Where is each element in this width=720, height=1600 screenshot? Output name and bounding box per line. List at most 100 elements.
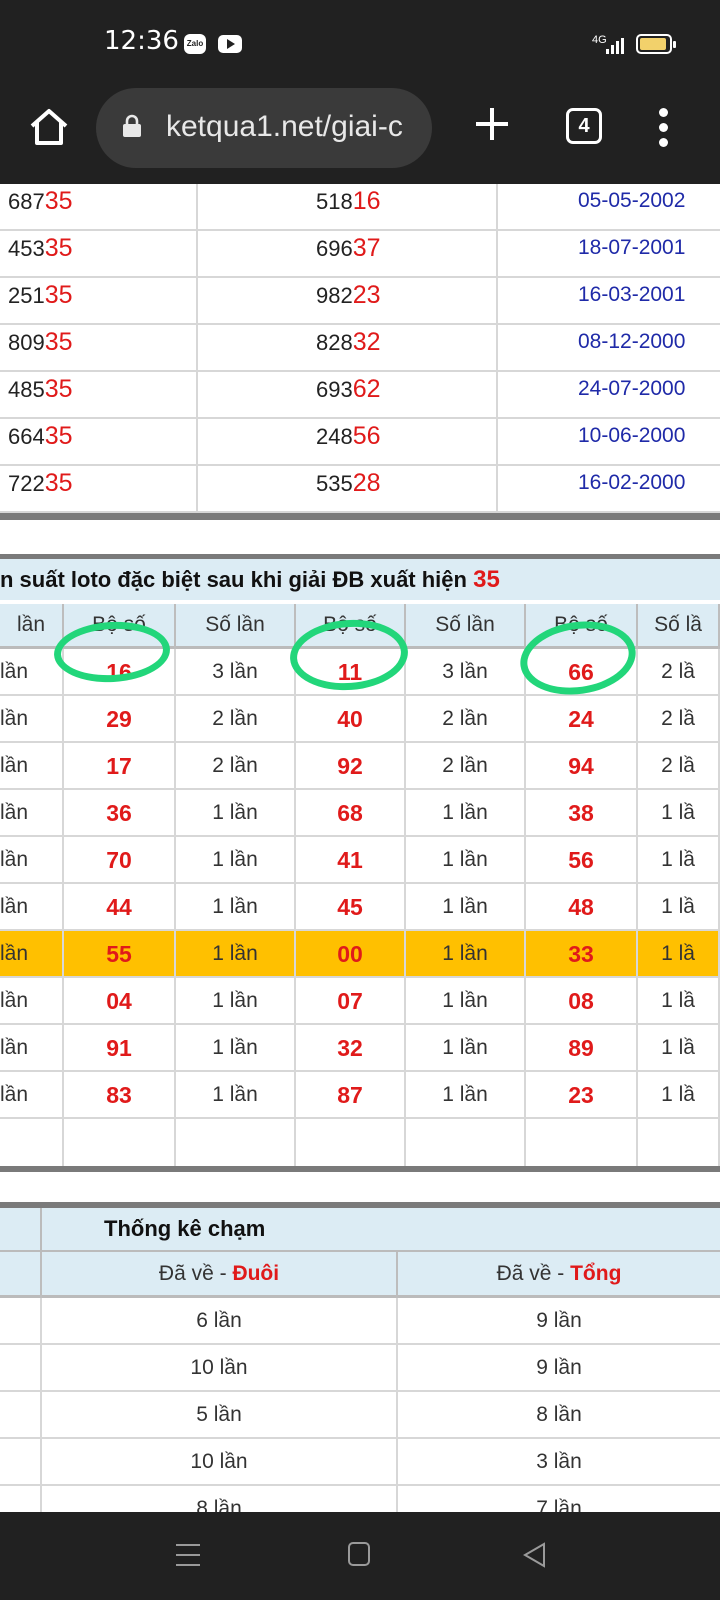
history-row: 68735 51816 05-05-2002 — [0, 184, 720, 231]
address-bar[interactable]: ketqua1.net/giai-c — [96, 88, 432, 168]
count-cell: 1 lầ — [638, 1025, 720, 1070]
count-cell: lần — [0, 931, 64, 976]
loto-number: 38 — [526, 790, 638, 835]
lock-icon — [123, 114, 141, 137]
count-cell — [176, 1119, 296, 1167]
tong-count: 7 lần — [396, 1486, 720, 1512]
frequency-header-cell: Số lần — [406, 604, 526, 649]
count-cell: 1 lần — [406, 978, 526, 1023]
loto-number: 00 — [296, 931, 406, 976]
loto-number: 08 — [526, 978, 638, 1023]
count-cell: 1 lầ — [638, 790, 720, 835]
history-date[interactable]: 10-06-2000 — [500, 419, 720, 464]
frequency-row: lần 36 1 lần 68 1 lần 38 1 lầ — [0, 790, 720, 837]
history-number-b: 98223 — [198, 278, 498, 323]
count-cell: 1 lần — [176, 884, 296, 929]
loto-number: 41 — [296, 837, 406, 882]
loto-number — [526, 1119, 638, 1167]
table-divider — [0, 1166, 720, 1172]
history-number-a: 68735 — [0, 184, 198, 229]
count-cell: lần — [0, 743, 64, 788]
count-cell: 1 lần — [176, 1072, 296, 1117]
history-date[interactable]: 05-05-2002 — [500, 184, 720, 229]
loto-number: 55 — [64, 931, 176, 976]
count-cell: 1 lần — [406, 931, 526, 976]
duoi-count: 8 lần — [40, 1486, 396, 1512]
count-cell: 2 lầ — [638, 696, 720, 741]
signal-icon — [606, 38, 626, 54]
count-cell: 1 lầ — [638, 837, 720, 882]
youtube-icon — [218, 35, 242, 53]
count-cell: 2 lần — [176, 696, 296, 741]
history-date[interactable]: 08-12-2000 — [500, 325, 720, 370]
loto-number: 32 — [296, 1025, 406, 1070]
tab-switcher-button[interactable]: 4 — [566, 108, 602, 144]
duoi-count: 6 lần — [40, 1298, 396, 1343]
count-cell: lần — [0, 1072, 64, 1117]
frequency-row: lần 83 1 lần 87 1 lần 23 1 lầ — [0, 1072, 720, 1119]
loto-number: 70 — [64, 837, 176, 882]
touch-row: 6 lần 9 lần — [0, 1298, 720, 1345]
loto-number: 83 — [64, 1072, 176, 1117]
count-cell — [638, 1119, 720, 1167]
loto-number — [64, 1119, 176, 1167]
loto-number: 94 — [526, 743, 638, 788]
frequency-header-cell: Số lần — [176, 604, 296, 649]
count-cell: 1 lần — [406, 1072, 526, 1117]
loto-number: 07 — [296, 978, 406, 1023]
duoi-count: 10 lần — [40, 1439, 396, 1484]
frequency-table-title: n suất loto đặc biệt sau khi giải ĐB xuấ… — [0, 554, 720, 600]
more-menu-icon[interactable] — [652, 106, 676, 150]
count-cell: 1 lần — [176, 790, 296, 835]
frequency-row: lần 70 1 lần 41 1 lần 56 1 lầ — [0, 837, 720, 884]
history-date[interactable]: 18-07-2001 — [500, 231, 720, 276]
frequency-title-text: n suất loto đặc biệt sau khi giải ĐB xuấ… — [0, 567, 467, 592]
url-text[interactable]: ketqua1.net/giai-c — [166, 110, 424, 144]
recent-apps-icon[interactable] — [176, 1544, 200, 1566]
frequency-header-cell: lần — [0, 604, 64, 649]
new-tab-icon[interactable] — [472, 104, 512, 144]
loto-number: 04 — [64, 978, 176, 1023]
loto-number: 24 — [526, 696, 638, 741]
touch-table-body: 6 lần 9 lần 10 lần 9 lần 5 lần 8 lần 10 lần 3 l… — [0, 1298, 720, 1512]
network-type: 4G — [592, 34, 607, 46]
frequency-row: lần 17 2 lần 92 2 lần 94 2 lầ — [0, 743, 720, 790]
count-cell: 1 lần — [406, 884, 526, 929]
home-icon[interactable] — [28, 106, 70, 148]
touch-row: 10 lần 9 lần — [0, 1345, 720, 1392]
touch-row: 5 lần 8 lần — [0, 1392, 720, 1439]
count-cell: 2 lần — [176, 743, 296, 788]
loto-number: 29 — [64, 696, 176, 741]
count-cell: 2 lầ — [638, 649, 720, 694]
history-number-b: 82832 — [198, 325, 498, 370]
loto-number: 44 — [64, 884, 176, 929]
history-date[interactable]: 16-03-2001 — [500, 278, 720, 323]
count-cell: lần — [0, 790, 64, 835]
table-divider — [0, 513, 720, 520]
home-button-icon[interactable] — [348, 1542, 370, 1566]
back-icon[interactable] — [522, 1542, 546, 1568]
history-number-b: 24856 — [198, 419, 498, 464]
frequency-row: lần 04 1 lần 07 1 lần 08 1 lầ — [0, 978, 720, 1025]
frequency-table-body: lần 16 3 lần 11 3 lần 66 2 lầ lần 29 2 lần 40 2 lần… — [0, 649, 720, 1169]
history-date[interactable]: 16-02-2000 — [500, 466, 720, 511]
history-number-a: 72235 — [0, 466, 198, 511]
count-cell: 1 lầ — [638, 931, 720, 976]
loto-number: 89 — [526, 1025, 638, 1070]
history-number-b: 69362 — [198, 372, 498, 417]
loto-number: 40 — [296, 696, 406, 741]
history-number-a: 25135 — [0, 278, 198, 323]
count-cell: 3 lần — [176, 649, 296, 694]
history-date[interactable]: 24-07-2000 — [500, 372, 720, 417]
status-bar: 12:36 Zalo 4G — [0, 0, 720, 88]
touch-row: 10 lần 3 lần — [0, 1439, 720, 1486]
touch-table-header: Đã về - Đuôi Đã về - Tổng — [0, 1252, 720, 1298]
count-cell: 2 lần — [406, 696, 526, 741]
count-cell — [0, 1119, 64, 1167]
frequency-row — [0, 1119, 720, 1169]
tong-count: 3 lần — [396, 1439, 720, 1484]
count-cell: 1 lần — [176, 837, 296, 882]
tong-count: 9 lần — [396, 1298, 720, 1343]
tong-count: 8 lần — [396, 1392, 720, 1437]
loto-number: 56 — [526, 837, 638, 882]
